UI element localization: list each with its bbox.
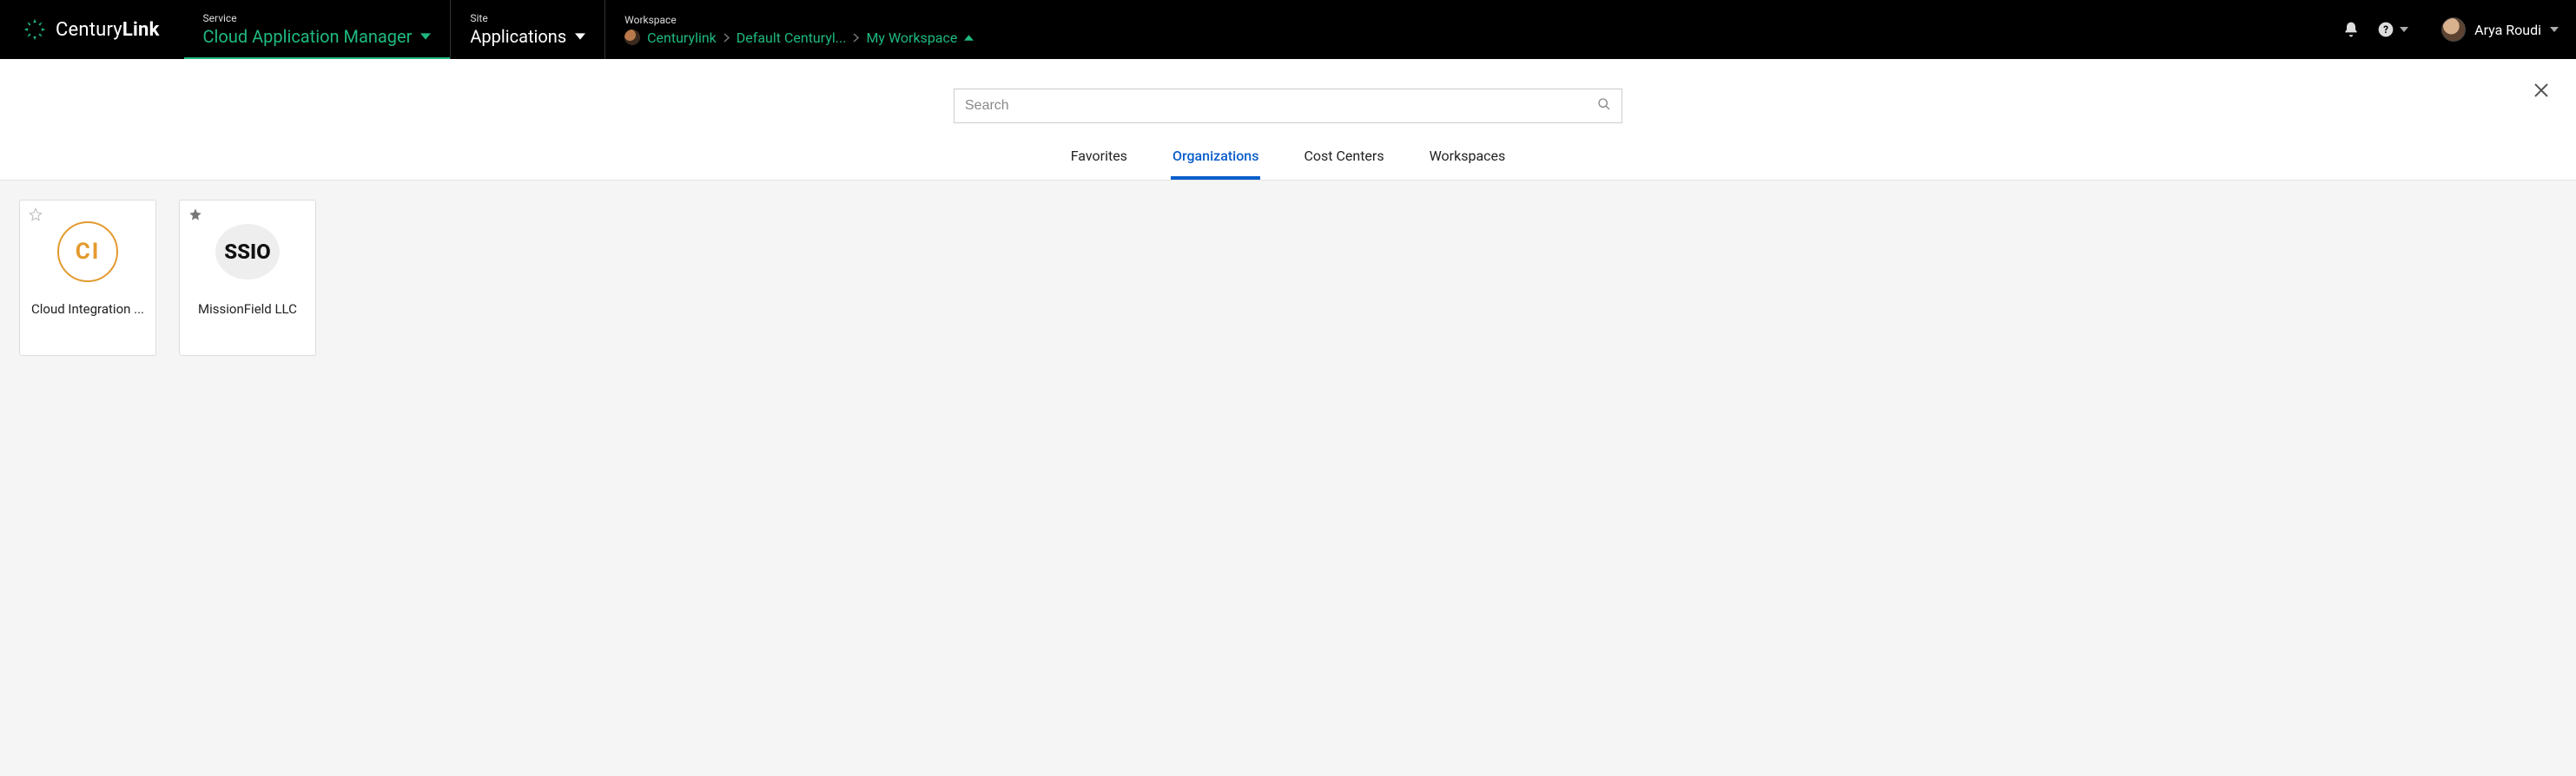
organization-avatar: CI [56,220,120,284]
nav-service-label: Service [203,12,432,24]
organization-avatar: SSIO [215,220,280,284]
tab-workspaces[interactable]: Workspaces [1428,139,1508,180]
organizations-grid: CI Cloud Integration ... SSIO MissionFie… [0,181,2576,375]
nav-workspace-label: Workspace [624,14,974,26]
topbar-actions: ? Arya Roudi [2342,0,2559,59]
organization-name: MissionField LLC [198,301,297,317]
centurylink-logo-icon [23,17,47,42]
chevron-down-icon [420,31,431,42]
close-icon [2533,82,2550,99]
help-menu[interactable]: ? [2377,21,2408,38]
breadcrumb-cost-center[interactable]: Default Centuryl... [736,30,847,46]
nav-site-label: Site [470,12,585,24]
organization-name: Cloud Integration ... [31,301,144,317]
nav-service-value[interactable]: Cloud Application Manager [203,26,432,47]
scope-tabs: Favorites Organizations Cost Centers Wor… [0,139,2576,180]
tab-favorites[interactable]: Favorites [1069,139,1129,180]
organization-card[interactable]: SSIO MissionField LLC [179,200,316,356]
breadcrumb: Centurylink Default Centuryl... My Works… [624,30,974,46]
search-box[interactable] [954,89,1622,123]
nav-site[interactable]: Site Applications [450,0,604,59]
breadcrumb-workspace[interactable]: My Workspace [866,30,974,46]
chevron-right-icon [723,30,730,46]
chevron-down-icon [2550,27,2559,32]
star-filled-icon [188,207,202,221]
user-avatar-icon [2441,17,2466,42]
chevron-down-icon [2400,27,2408,32]
favorite-toggle[interactable] [29,207,43,225]
svg-text:?: ? [2383,23,2388,36]
brand-name: CenturyLink [56,19,160,41]
organization-logo: SSIO [215,224,280,279]
chevron-up-icon [964,30,974,46]
star-outline-icon [29,207,43,221]
favorite-toggle[interactable] [188,207,202,225]
org-avatar-icon [624,30,640,45]
topbar: CenturyLink Service Cloud Application Ma… [0,0,2576,59]
nav-workspace: Workspace Centurylink Default Centuryl..… [604,0,993,59]
notifications-button[interactable] [2342,21,2360,38]
initials-badge: CI [57,221,118,282]
user-name: Arya Roudi [2474,22,2541,38]
search-icon [1597,97,1611,115]
brand[interactable]: CenturyLink [23,0,184,59]
tab-organizations[interactable]: Organizations [1171,139,1261,180]
close-button[interactable] [2533,82,2550,102]
search-input[interactable] [965,98,1597,114]
chevron-right-icon [853,30,859,46]
nav-site-value[interactable]: Applications [470,26,585,47]
organization-card[interactable]: CI Cloud Integration ... [19,200,156,356]
chevron-down-icon [575,31,585,42]
nav-service[interactable]: Service Cloud Application Manager [184,0,451,59]
help-icon: ? [2377,21,2394,38]
bell-icon [2342,21,2360,38]
user-menu[interactable]: Arya Roudi [2441,17,2559,42]
tab-cost-centers[interactable]: Cost Centers [1302,139,1385,180]
breadcrumb-org[interactable]: Centurylink [647,30,717,46]
workspace-switcher-panel: Favorites Organizations Cost Centers Wor… [0,59,2576,181]
